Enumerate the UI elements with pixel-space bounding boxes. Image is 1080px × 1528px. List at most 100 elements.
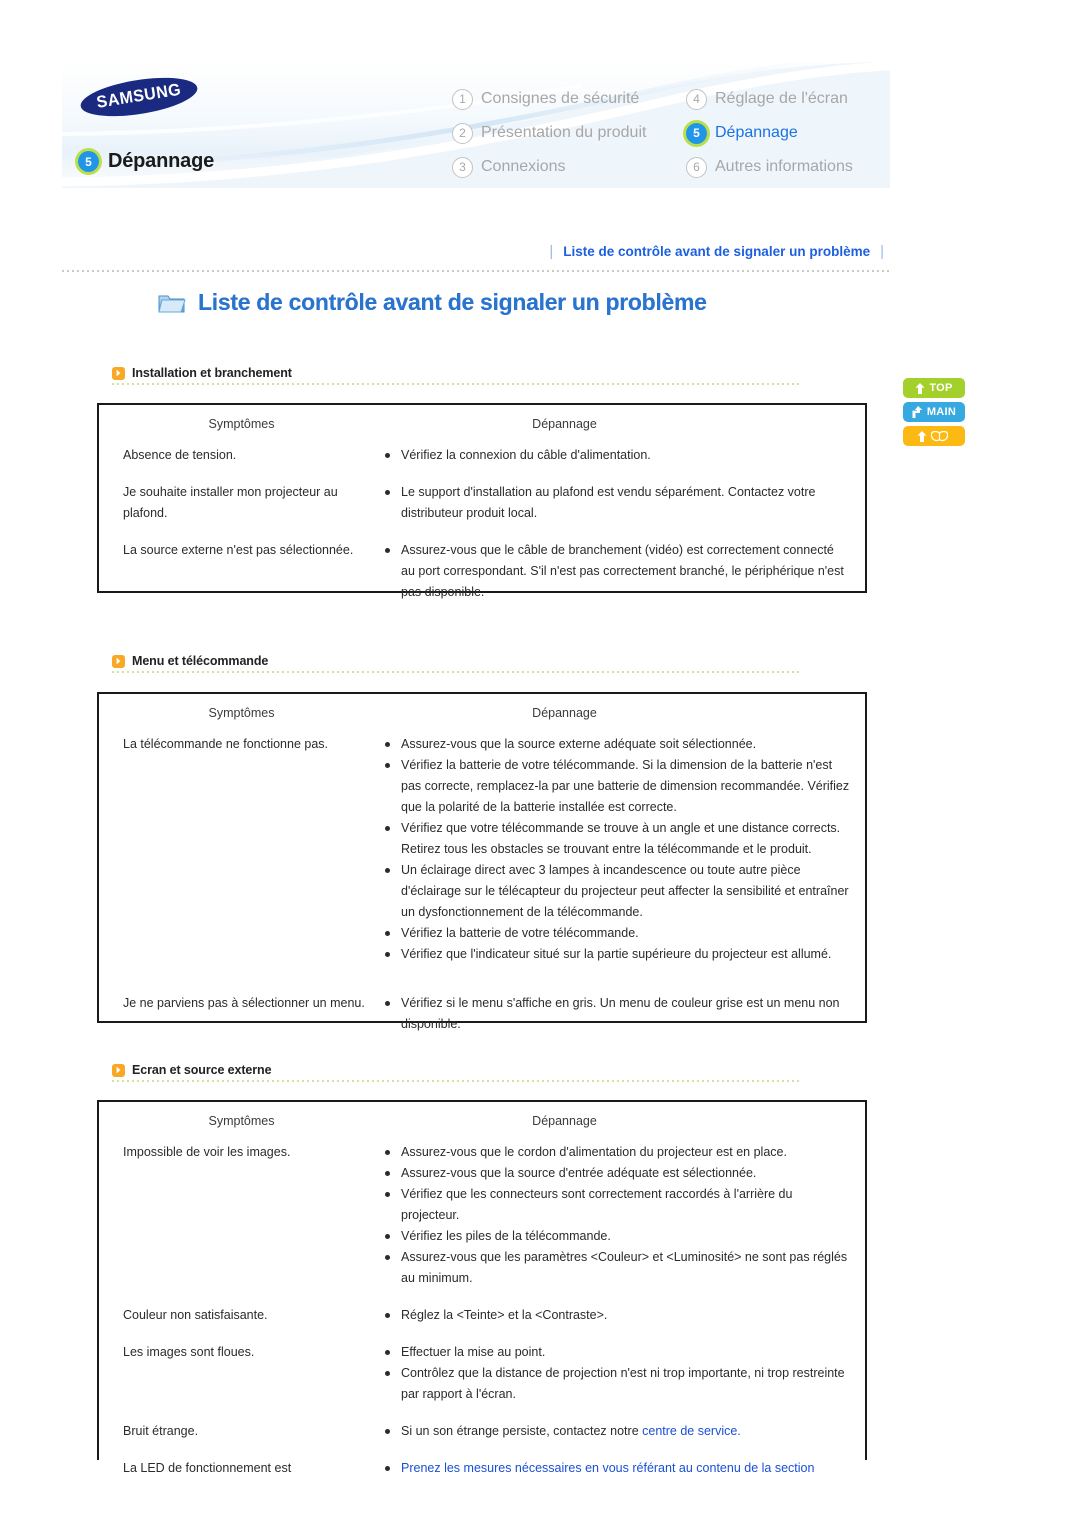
column-header-symptoms: Symptômes xyxy=(208,1114,275,1128)
nav-label-2: Présentation du produit xyxy=(481,124,647,141)
samsung-logo-text: SAMSUNG xyxy=(95,80,183,112)
breadcrumb-separator-left: | xyxy=(549,243,554,260)
row-symptom: La source externe n'est pas sélectionnée… xyxy=(123,543,354,557)
table-header-row: Symptômes Dépannage xyxy=(99,1102,865,1138)
nav-item-connexions[interactable]: 3 Connexions xyxy=(452,150,680,184)
section-title-1: Installation et branchement xyxy=(132,366,292,380)
list-item: Assurez-vous que les paramètres <Couleur… xyxy=(384,1247,851,1289)
main-button[interactable]: MAIN xyxy=(903,402,965,422)
list-item: Assurez-vous que la source d'entrée adéq… xyxy=(384,1163,851,1184)
chevron-right-icon xyxy=(112,654,125,668)
chevron-right-icon xyxy=(112,366,125,380)
list-item: Le support d'installation au plafond est… xyxy=(384,482,851,524)
row-symptom: Les images sont floues. xyxy=(123,1345,255,1359)
list-item: Un éclairage direct avec 3 lampes à inca… xyxy=(384,860,851,923)
nav-label-1: Consignes de sécurité xyxy=(481,90,640,107)
table-row: Impossible de voir les images. Assurez-v… xyxy=(99,1138,865,1301)
list-item: Vérifiez si le menu s'affiche en gris. U… xyxy=(384,993,851,1035)
nav-item-reglage-de-lecran[interactable]: 4 Réglage de l'écran xyxy=(686,82,890,116)
row-troubleshooting: Vérifiez si le menu s'affiche en gris. U… xyxy=(384,993,865,1035)
row-troubleshooting: Assurez-vous que le câble de branchement… xyxy=(384,540,865,603)
section-rule-2 xyxy=(112,671,802,673)
column-header-troubleshooting: Dépannage xyxy=(532,1114,597,1128)
section-title-label: Dépannage xyxy=(108,150,215,172)
section-header-menu: Menu et télécommande xyxy=(112,653,268,669)
column-header-symptoms: Symptômes xyxy=(208,706,275,720)
list-item: Assurez-vous que le câble de branchement… xyxy=(384,540,851,603)
list-item: Assurez-vous que le cordon d'alimentatio… xyxy=(384,1142,851,1163)
breadcrumb-divider xyxy=(62,270,890,272)
section-title-2: Menu et télécommande xyxy=(132,654,269,668)
table-installation: Symptômes Dépannage Absence de tension. … xyxy=(97,403,867,599)
table-row: Bruit étrange. Si un son étrange persist… xyxy=(99,1417,865,1454)
breadcrumb-text[interactable]: Liste de contrôle avant de signaler un p… xyxy=(563,244,870,259)
row-symptom: Bruit étrange. xyxy=(123,1424,199,1438)
list-item: Vérifiez la connexion du câble d'aliment… xyxy=(384,445,851,466)
main-button-label: MAIN xyxy=(926,406,957,418)
manual-button[interactable] xyxy=(903,426,965,446)
list-item-link[interactable]: Prenez les mesures nécessaires en vous r… xyxy=(384,1458,851,1479)
row-symptom: La télécommande ne fonctionne pas. xyxy=(123,737,328,751)
page-root: SAMSUNG 5 Dépannage 1 Consignes de sécur… xyxy=(0,0,1080,1528)
table-header-row: Symptômes Dépannage xyxy=(99,405,865,441)
nav-number-1: 1 xyxy=(452,88,473,110)
page-title-text: Liste de contrôle avant de signaler un p… xyxy=(198,289,707,315)
current-section-indicator: 5 Dépannage xyxy=(78,150,214,173)
nav-item-presentation-du-produit[interactable]: 2 Présentation du produit xyxy=(452,116,680,150)
row-symptom: Je ne parviens pas à sélectionner un men… xyxy=(123,996,365,1010)
nav-item-autres-informations[interactable]: 6 Autres informations xyxy=(686,150,890,184)
nav-label-6: Autres informations xyxy=(715,158,853,175)
list-item: Vérifiez les piles de la télécommande. xyxy=(384,1226,851,1247)
list-item: Effectuer la mise au point. xyxy=(384,1342,851,1363)
section-rule-3 xyxy=(112,1080,802,1082)
list-item: Vérifiez que votre télécommande se trouv… xyxy=(384,818,851,860)
nav-label-4: Réglage de l'écran xyxy=(715,90,848,107)
row-troubleshooting: Vérifiez la connexion du câble d'aliment… xyxy=(384,445,865,466)
table-row: Les images sont floues. Effectuer la mis… xyxy=(99,1338,865,1417)
row-symptom: Impossible de voir les images. xyxy=(123,1145,291,1159)
chevron-right-icon xyxy=(112,1063,125,1077)
table-screen-source: Symptômes Dépannage Impossible de voir l… xyxy=(97,1100,867,1475)
arrow-up-icon xyxy=(917,430,927,442)
column-header-troubleshooting: Dépannage xyxy=(532,706,597,720)
row-symptom: Je souhaite installer mon projecteur au … xyxy=(123,485,338,520)
row-troubleshooting: Si un son étrange persiste, contactez no… xyxy=(384,1421,865,1442)
table-row: La LED de fonctionnement est Prenez les … xyxy=(99,1454,865,1491)
table-row: Je ne parviens pas à sélectionner un men… xyxy=(99,977,865,1047)
service-center-link[interactable]: centre de service. xyxy=(642,1424,741,1438)
column-header-troubleshooting: Dépannage xyxy=(532,417,597,431)
list-item: Assurez-vous que la source externe adéqu… xyxy=(384,734,851,755)
list-item: Vérifiez que les connecteurs sont correc… xyxy=(384,1184,851,1226)
list-item: Si un son étrange persiste, contactez no… xyxy=(384,1421,851,1442)
side-nav-buttons: TOP MAIN xyxy=(903,378,967,450)
folder-icon xyxy=(158,291,186,315)
nav-label-5: Dépannage xyxy=(715,124,798,141)
list-item: Contrôlez que la distance de projection … xyxy=(384,1363,851,1405)
page-title: Liste de contrôle avant de signaler un p… xyxy=(158,289,707,316)
row-troubleshooting: Le support d'installation au plafond est… xyxy=(384,482,865,524)
table-row: Couleur non satisfaisante. Réglez la <Te… xyxy=(99,1301,865,1338)
top-button[interactable]: TOP xyxy=(903,378,965,398)
row-troubleshooting: Réglez la <Teinte> et la <Contraste>. xyxy=(384,1305,865,1326)
breadcrumb: | Liste de contrôle avant de signaler un… xyxy=(62,243,890,261)
nav-item-consignes-de-securite[interactable]: 1 Consignes de sécurité xyxy=(452,82,680,116)
table-row: Je souhaite installer mon projecteur au … xyxy=(99,478,865,536)
samsung-logo: SAMSUNG xyxy=(78,70,200,124)
section-number-badge: 5 xyxy=(78,151,99,172)
list-item: Réglez la <Teinte> et la <Contraste>. xyxy=(384,1305,851,1326)
nav-number-2: 2 xyxy=(452,122,473,144)
breadcrumb-separator-right: | xyxy=(880,243,884,260)
list-item: Vérifiez que l'indicateur situé sur la p… xyxy=(384,944,851,965)
nav-number-6: 6 xyxy=(686,156,707,178)
table-row: La source externe n'est pas sélectionnée… xyxy=(99,536,865,615)
nav-item-depannage[interactable]: 5 Dépannage xyxy=(686,116,890,150)
nav-number-4: 4 xyxy=(686,88,707,110)
nav-label-3: Connexions xyxy=(481,158,566,175)
table-row: Absence de tension. Vérifiez la connexio… xyxy=(99,441,865,478)
list-item-text: Si un son étrange persiste, contactez no… xyxy=(401,1424,643,1438)
row-troubleshooting: Assurez-vous que le cordon d'alimentatio… xyxy=(384,1142,865,1289)
row-symptom: Couleur non satisfaisante. xyxy=(123,1308,268,1322)
column-header-symptoms: Symptômes xyxy=(208,417,275,431)
list-item: Vérifiez la batterie de votre télécomman… xyxy=(384,923,851,944)
section-title-3: Ecran et source externe xyxy=(132,1063,272,1077)
